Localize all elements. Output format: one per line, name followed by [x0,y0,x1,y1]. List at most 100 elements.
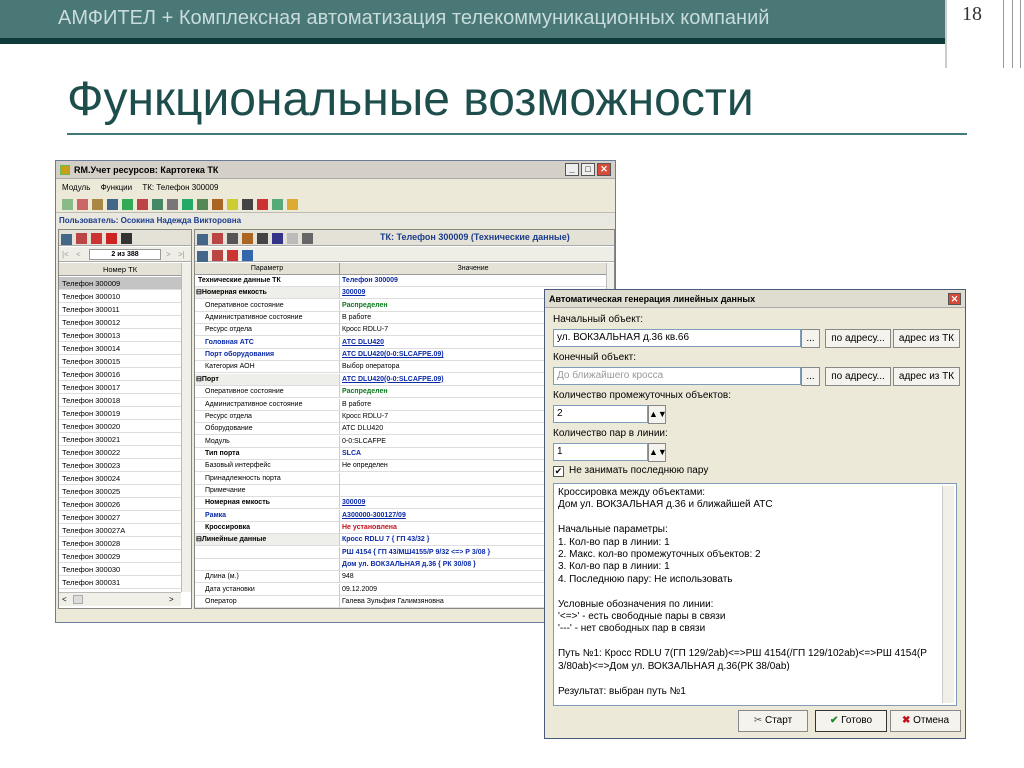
toolbar-icon[interactable] [197,199,208,211]
toolbar-icon[interactable] [212,199,223,211]
save-icon[interactable] [272,233,283,245]
menu-item-record[interactable]: ТК: Телефон 300009 [142,183,218,192]
toolbar-icon[interactable] [227,250,238,262]
grid-param-cell[interactable]: Административное состояние [195,398,340,411]
list-item[interactable]: Телефон 300019 [59,407,181,420]
list-item[interactable]: Телефон 300029 [59,550,181,563]
grid-param-cell[interactable]: Тип порта [195,447,340,460]
toolbar-icon[interactable] [212,250,223,262]
list-item[interactable]: Телефон 300030 [59,563,181,576]
toolbar-icon[interactable] [257,199,268,211]
list-item[interactable]: Телефон 300010 [59,290,181,303]
maximize-button[interactable]: □ [581,163,595,176]
grid-param-cell[interactable]: Категория АОН [195,361,340,374]
toolbar-icon[interactable] [91,233,102,245]
pairs-spinner[interactable]: ▲▼ [648,443,667,462]
main-window-titlebar[interactable]: RM.Учет ресурсов: Картотека ТК _ □ ✕ [56,161,615,179]
ok-button[interactable]: ✔ Готово [815,710,887,732]
scroll-right-icon[interactable]: > [169,593,174,606]
toolbar-icon[interactable] [182,199,193,211]
toolbar-icon[interactable] [137,199,148,211]
toolbar-icon[interactable] [197,251,208,263]
list-item[interactable]: Телефон 300027 [59,511,181,524]
print-icon[interactable] [227,233,238,245]
grid-param-cell[interactable] [195,559,340,572]
memo-scrollbar[interactable] [942,486,954,703]
first-page-icon[interactable]: |< [62,247,69,262]
list-item[interactable]: Телефон 300011 [59,303,181,316]
end-by-address-button[interactable]: по адресу... [825,367,891,386]
pager-value[interactable]: 2 из 388 [89,249,161,260]
list-item[interactable]: Телефон 300018 [59,394,181,407]
start-button[interactable]: ✂ Старт [738,710,808,732]
grid-param-cell[interactable]: Модуль [195,435,340,448]
list-item[interactable]: Телефон 300009 [59,277,181,290]
list-item[interactable]: Телефон 300023 [59,459,181,472]
grid-param-cell[interactable]: Дата установки [195,583,340,596]
grid-param-cell[interactable]: Оператор [195,596,340,608]
grid-param-cell[interactable]: ⊟Номерная емкость [195,287,340,300]
toolbar-icon[interactable] [92,199,103,211]
grid-param-cell[interactable]: Базовый интерфейс [195,460,340,473]
last-pair-checkbox-label[interactable]: Не занимать последнюю пару [569,465,708,476]
minimize-button[interactable]: _ [565,163,579,176]
start-by-address-button[interactable]: по адресу... [825,329,891,348]
grid-param-cell[interactable]: Ресурс отдела [195,324,340,337]
list-item[interactable]: Телефон 300028 [59,537,181,550]
close-button[interactable]: ✕ [597,163,611,176]
toolbar-icon[interactable] [197,234,208,246]
find-icon[interactable] [121,233,132,245]
toolbar-icon[interactable] [287,233,298,245]
grid-param-cell[interactable]: Административное состояние [195,312,340,325]
intermediate-spinner[interactable]: ▲▼ [648,405,667,424]
toolbar-icon[interactable] [77,199,88,211]
list-item[interactable]: Телефон 300025 [59,485,181,498]
next-page-icon[interactable]: > [166,247,171,262]
scroll-left-icon[interactable]: < [62,593,67,606]
list-item[interactable]: Телефон 300027А [59,524,181,537]
toolbar-icon[interactable] [152,199,163,211]
grid-param-cell[interactable]: Рамка [195,509,340,522]
grid-param-cell[interactable]: Технические данные ТК [195,275,340,287]
grid-param-cell[interactable]: Головная АТС [195,336,340,349]
list-hscrollbar[interactable]: < > [59,592,181,606]
scissors-icon[interactable] [302,233,313,245]
end-object-input[interactable]: До ближайшего кросса [553,367,801,385]
list-item[interactable]: Телефон 300012 [59,316,181,329]
end-address-from-tk-button[interactable]: адрес из ТК [893,367,960,386]
toolbar-icon[interactable] [61,234,72,246]
list-scrollbar[interactable] [181,263,191,592]
toolbar-icon[interactable] [106,233,117,245]
grid-param-cell[interactable]: Принадлежность порта [195,472,340,485]
list-header[interactable]: Номер ТК [59,263,181,276]
grid-param-cell[interactable]: Ресурс отдела [195,410,340,423]
grid-value-cell[interactable]: Телефон 300009 [340,275,608,287]
toolbar-icon[interactable] [107,199,118,211]
warning-icon[interactable] [287,199,298,211]
grid-param-cell[interactable]: Оперативное состояние [195,299,340,312]
list-item[interactable]: Телефон 300017 [59,381,181,394]
grid-param-cell[interactable]: Оперативное состояние [195,386,340,399]
list-item[interactable]: Телефон 300015 [59,355,181,368]
list-item[interactable]: Телефон 300020 [59,420,181,433]
scroll-thumb[interactable] [73,595,83,604]
dialog-titlebar[interactable]: Автоматическая генерация линейных данных… [545,290,965,308]
list-item[interactable]: Телефон 300016 [59,368,181,381]
grid-param-cell[interactable]: Длина (м.) [195,571,340,584]
list-item[interactable]: Телефон 300026 [59,498,181,511]
menu-item-functions[interactable]: Функции [101,183,133,192]
end-object-ellipsis-button[interactable]: ... [801,367,820,386]
toolbar-icon[interactable] [257,233,268,245]
toolbar-icon[interactable] [272,199,283,211]
list-item[interactable]: Телефон 300022 [59,446,181,459]
grid-param-cell[interactable]: ⊟Линейные данные [195,534,340,547]
intermediate-count-input[interactable]: 2 [553,405,648,423]
grid-param-cell[interactable] [195,546,340,559]
list-item[interactable]: Телефон 300031 [59,576,181,589]
cancel-button[interactable]: ✖ Отмена [890,710,961,732]
dialog-close-button[interactable]: ✕ [948,293,961,305]
toolbar-icon[interactable] [227,199,238,211]
list-icon[interactable] [242,250,253,262]
grid-header-param[interactable]: Параметр [195,263,340,275]
grid-param-cell[interactable]: Порт оборудования [195,349,340,362]
